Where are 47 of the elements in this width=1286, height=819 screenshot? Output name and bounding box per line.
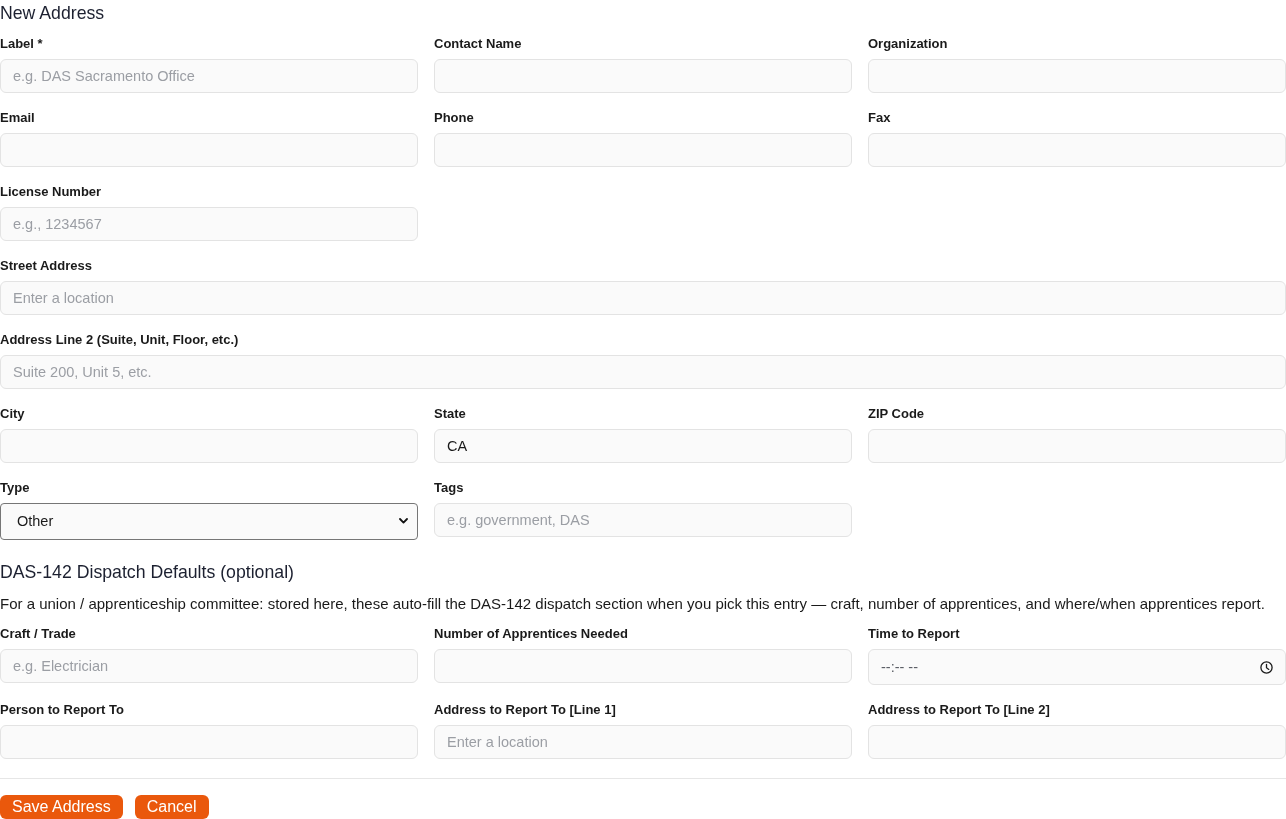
text-input[interactable]: Enter a location <box>0 281 1286 315</box>
field-label: Address to Report To [Line 1] <box>434 702 617 718</box>
chevron-icon <box>399 518 408 524</box>
text-input[interactable] <box>868 725 1286 759</box>
field-label: License Number <box>0 184 103 200</box>
field-label: Fax <box>868 110 892 126</box>
text-input[interactable]: e.g. Electrician <box>0 649 418 683</box>
text-input[interactable] <box>0 133 418 167</box>
field-label: Street Address <box>0 258 93 274</box>
field-label: Address Line 2 (Suite, Unit, Floor, etc.) <box>0 332 240 348</box>
text-input[interactable] <box>434 649 852 683</box>
text-input[interactable] <box>434 59 852 93</box>
text-input[interactable] <box>0 725 418 759</box>
dropdown[interactable]: Other <box>0 503 418 540</box>
field-label: Contact Name <box>434 36 523 52</box>
text-input[interactable]: e.g., 1234567 <box>0 207 418 241</box>
text-input[interactable]: e.g. DAS Sacramento Office <box>0 59 418 93</box>
field-label: Time to Report <box>868 626 961 642</box>
field-label: ZIP Code <box>868 406 926 422</box>
save-button[interactable]: Save Address <box>0 795 123 819</box>
field-label: Phone <box>434 110 475 126</box>
section-heading: DAS-142 Dispatch Defaults (optional) <box>0 562 295 582</box>
text-input[interactable]: Enter a location <box>434 725 852 759</box>
field-label: Address to Report To [Line 2] <box>868 702 1051 718</box>
field-label: Organization <box>868 36 949 52</box>
field-label: Number of Apprentices Needed <box>434 626 629 642</box>
text-input[interactable] <box>868 429 1286 463</box>
field-label: Type <box>0 480 31 496</box>
text-input[interactable]: Suite 200, Unit 5, etc. <box>0 355 1286 389</box>
clock-icon <box>1260 660 1273 674</box>
field-label: Email <box>0 110 36 126</box>
text-input[interactable] <box>868 59 1286 93</box>
field-label: State <box>434 406 467 422</box>
text-input[interactable] <box>868 133 1286 167</box>
field-label: Label * <box>0 36 44 52</box>
text-input[interactable]: CA <box>434 429 852 463</box>
cancel-button[interactable]: Cancel <box>134 795 209 819</box>
text-input[interactable]: e.g. government, DAS <box>434 503 852 537</box>
field-label: Tags <box>434 480 465 496</box>
field-label: City <box>0 406 26 422</box>
time-input[interactable]: --:-- -- <box>868 649 1286 685</box>
page-title: New Address <box>0 3 106 23</box>
field-label: Craft / Trade <box>0 626 77 642</box>
field-label: Person to Report To <box>0 702 125 718</box>
section-description: For a union / apprenticeship committee: stored here, these auto-fill the DAS-142 dispatch section when you pick this entry — craft, number of apprentices, and where/when apprentices report. <box>0 596 1266 612</box>
text-input[interactable] <box>434 133 852 167</box>
text-input[interactable] <box>0 429 418 463</box>
